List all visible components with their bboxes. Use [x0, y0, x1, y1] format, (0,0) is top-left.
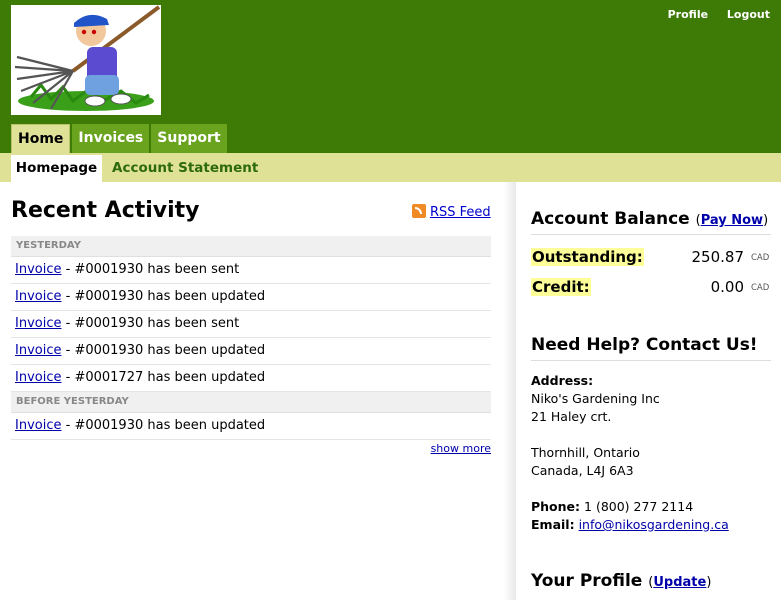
recent-activity-title: Recent Activity: [11, 198, 200, 223]
activity-row: Invoice - #0001930 has been updated: [11, 413, 491, 440]
show-more: show more: [431, 442, 491, 455]
address-spacer: [531, 426, 729, 444]
credit-value: 0.00: [710, 278, 744, 296]
email-label: Email:: [531, 517, 575, 532]
tab-support[interactable]: Support: [151, 124, 227, 153]
activity-row: Invoice - #0001930 has been sent: [11, 311, 491, 338]
email-link[interactable]: info@nikosgardening.ca: [579, 517, 729, 532]
address-label: Address:: [531, 373, 594, 388]
header: Profile Logout Home Invoices Support: [0, 0, 781, 153]
your-profile-title: Your Profile (Update): [531, 571, 712, 591]
tab-home[interactable]: Home: [11, 124, 71, 153]
outstanding-value: 250.87: [691, 248, 745, 266]
section-header-before-yesterday: BEFORE YESTERDAY: [11, 392, 491, 413]
rss-icon[interactable]: [412, 204, 426, 218]
invoice-link[interactable]: Invoice: [15, 289, 61, 304]
phone-label: Phone:: [531, 499, 581, 514]
invoice-link[interactable]: Invoice: [15, 316, 61, 331]
account-balance-label: Account Balance: [531, 209, 690, 229]
top-links: Profile Logout: [653, 8, 770, 21]
activity-text: - #0001930 has been updated: [61, 289, 266, 304]
activity-text: - #0001930 has been sent: [61, 316, 240, 331]
rss-feed-link[interactable]: RSS Feed: [430, 205, 491, 220]
activity-text: - #0001930 has been updated: [61, 343, 266, 358]
address-line: Canada, L4J 6A3: [531, 463, 634, 478]
activity-row: Invoice - #0001930 has been updated: [11, 338, 491, 365]
activity-row: Invoice - #0001930 has been sent: [11, 257, 491, 284]
main-tabs: Home Invoices Support: [11, 124, 229, 153]
address-line: 21 Haley crt.: [531, 409, 612, 424]
contact-details: Address: Niko's Gardening Inc 21 Haley c…: [531, 372, 729, 534]
activity-text: - #0001727 has been updated: [61, 370, 266, 385]
subtab-account-statement[interactable]: Account Statement: [112, 155, 258, 182]
your-profile-label: Your Profile: [531, 571, 643, 591]
activity-list: YESTERDAY Invoice - #0001930 has been se…: [11, 236, 491, 440]
subtab-homepage[interactable]: Homepage: [11, 155, 102, 182]
help-title: Need Help? Contact Us!: [531, 335, 758, 355]
contact-spacer: [531, 480, 729, 498]
invoice-link[interactable]: Invoice: [15, 262, 61, 277]
outstanding-currency: CAD: [751, 253, 770, 263]
outstanding-label: Outstanding:: [531, 248, 644, 266]
sub-navigation: Homepage Account Statement: [0, 153, 781, 182]
address-line: Thornhill, Ontario: [531, 445, 640, 460]
phone-value: 1 (800) 277 2114: [584, 499, 694, 514]
show-more-link[interactable]: show more: [431, 442, 491, 455]
phone-row: Phone: 1 (800) 277 2114: [531, 498, 729, 516]
credit-label: Credit:: [531, 278, 591, 296]
divider: [531, 360, 771, 361]
credit-currency: CAD: [751, 283, 770, 293]
activity-text: - #0001930 has been updated: [61, 418, 266, 433]
rss-feed: RSS Feed: [412, 204, 491, 220]
activity-row: Invoice - #0001727 has been updated: [11, 365, 491, 392]
activity-text: - #0001930 has been sent: [61, 262, 240, 277]
company-logo: [11, 5, 161, 115]
profile-link[interactable]: Profile: [668, 8, 708, 21]
divider: [531, 234, 771, 235]
column-shadow: [504, 182, 516, 600]
gardener-illustration: [11, 5, 161, 115]
email-row: Email: info@nikosgardening.ca: [531, 516, 729, 534]
tab-invoices[interactable]: Invoices: [72, 124, 150, 153]
pay-now-link[interactable]: Pay Now: [701, 213, 763, 228]
invoice-link[interactable]: Invoice: [15, 418, 61, 433]
invoice-link[interactable]: Invoice: [15, 370, 61, 385]
logout-link[interactable]: Logout: [727, 8, 770, 21]
invoice-link[interactable]: Invoice: [15, 343, 61, 358]
activity-row: Invoice - #0001930 has been updated: [11, 284, 491, 311]
update-profile-link[interactable]: Update: [653, 575, 706, 590]
section-header-yesterday: YESTERDAY: [11, 236, 491, 257]
address-line: Niko's Gardening Inc: [531, 391, 660, 406]
account-balance-title: Account Balance (Pay Now): [531, 209, 769, 229]
